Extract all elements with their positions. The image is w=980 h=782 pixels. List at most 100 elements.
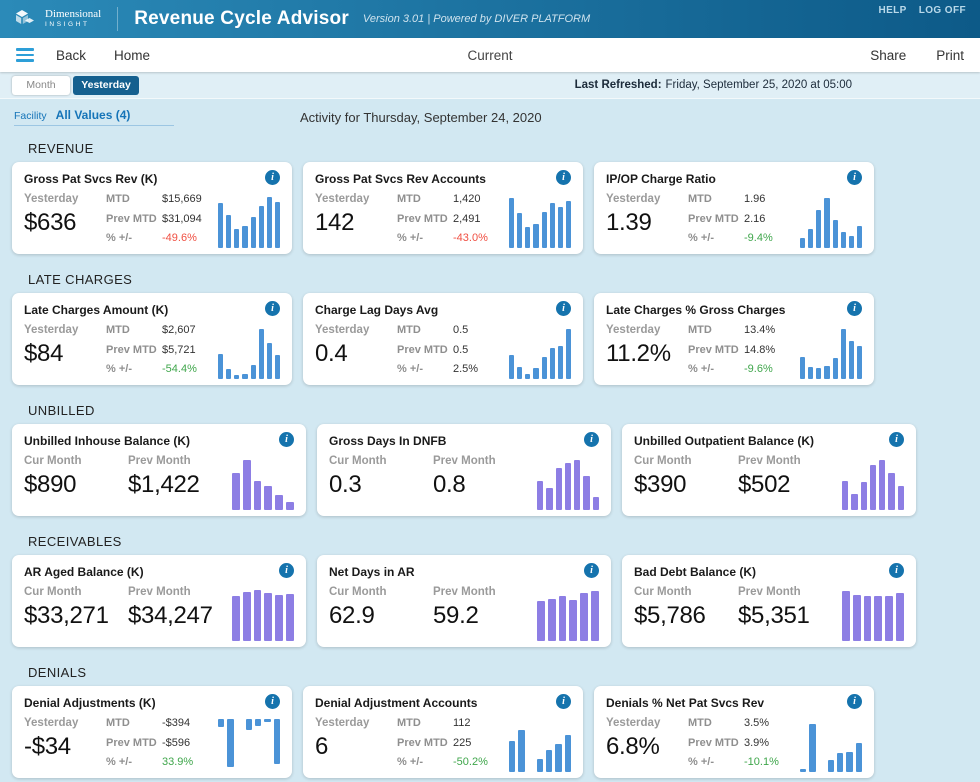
card-title: Charge Lag Days Avg: [315, 301, 438, 317]
back-button[interactable]: Back: [56, 48, 86, 63]
bar: [841, 329, 846, 379]
info-icon[interactable]: i: [265, 694, 280, 709]
info-icon[interactable]: i: [279, 432, 294, 447]
dashboard-sections: REVENUEGross Pat Svcs Rev (K)iYesterday$…: [0, 135, 830, 778]
bar: [525, 227, 530, 248]
stat-row: Prev MTD225: [397, 737, 509, 749]
mini-bar-chart: [218, 719, 280, 772]
bar: [275, 355, 280, 379]
metric-period-label: Prev Month: [738, 455, 842, 467]
bar: [833, 220, 838, 248]
stat-value: 2.16: [744, 213, 765, 225]
print-button[interactable]: Print: [936, 48, 964, 63]
stats-column: MTD1.96Prev MTD2.16% +/--9.4%: [688, 190, 800, 248]
stat-value: 0.5: [453, 324, 468, 336]
info-icon[interactable]: i: [847, 694, 862, 709]
bar: [275, 202, 280, 248]
bar: [243, 460, 251, 510]
info-icon[interactable]: i: [584, 563, 599, 578]
info-icon[interactable]: i: [556, 170, 571, 185]
metric-period-label: Cur Month: [329, 455, 433, 467]
section-denials: DENIALSDenial Adjustments (K)iYesterday-…: [12, 659, 830, 778]
bar: [566, 329, 571, 379]
card-title: Denial Adjustment Accounts: [315, 694, 477, 710]
metric-value: 62.9: [329, 602, 433, 630]
bar: [509, 198, 514, 248]
stat-row: Prev MTD14.8%: [688, 344, 800, 356]
menu-icon[interactable]: [16, 48, 34, 62]
info-icon[interactable]: i: [265, 170, 280, 185]
dimensional-insight-logo: Dimensional INSIGHT: [14, 9, 101, 29]
metric-period-label: Prev Month: [433, 455, 537, 467]
stat-row: % +/--43.0%: [397, 232, 509, 244]
info-icon[interactable]: i: [847, 301, 862, 316]
card-grid: Denial Adjustments (K)iYesterday-$34MTD-…: [12, 686, 830, 778]
stat-label: MTD: [397, 717, 453, 729]
kpi-card: Unbilled Inhouse Balance (K)iCur Month$8…: [12, 424, 306, 516]
primary-value: 142: [315, 209, 397, 237]
stat-value: 225: [453, 737, 471, 749]
bar: [226, 215, 231, 248]
stat-row: MTD1.96: [688, 193, 800, 205]
logoff-link[interactable]: LOG OFF: [919, 5, 966, 16]
info-icon[interactable]: i: [265, 301, 280, 316]
mini-bar-chart: [218, 326, 280, 379]
stat-row: MTD112: [397, 717, 509, 729]
mini-bar-chart: [800, 326, 862, 379]
bar: [234, 229, 239, 248]
month-metric: Prev Month$34,247: [128, 583, 232, 641]
kpi-card: IP/OP Charge RatioiYesterday1.39MTD1.96P…: [594, 162, 874, 254]
card-grid: Gross Pat Svcs Rev (K)iYesterday$636MTD$…: [12, 162, 830, 254]
card-title: Late Charges % Gross Charges: [606, 301, 785, 317]
bar: [800, 357, 805, 379]
metric-value: $33,271: [24, 602, 128, 630]
stat-row: % +/--49.6%: [106, 232, 218, 244]
stat-label: Prev MTD: [106, 737, 162, 749]
bar: [218, 719, 224, 727]
info-icon[interactable]: i: [556, 694, 571, 709]
month-metric: Cur Month$890: [24, 452, 128, 510]
info-icon[interactable]: i: [556, 301, 571, 316]
stat-value: -$596: [162, 737, 190, 749]
stats-column: MTD3.5%Prev MTD3.9%% +/--10.1%: [688, 714, 800, 772]
gem-logo-icon: [14, 9, 38, 29]
bar: [254, 481, 262, 510]
primary-value: $636: [24, 209, 106, 237]
session-links: HELP LOG OFF: [878, 5, 966, 16]
bar: [591, 591, 599, 641]
facility-filter[interactable]: Facility All Values (4): [14, 108, 174, 126]
stat-row: MTD0.5: [397, 324, 509, 336]
kpi-card: Late Charges % Gross ChargesiYesterday11…: [594, 293, 874, 385]
bar: [800, 238, 805, 248]
info-icon[interactable]: i: [889, 432, 904, 447]
share-button[interactable]: Share: [870, 48, 906, 63]
yesterday-toggle[interactable]: Yesterday: [73, 76, 139, 95]
primary-metric: Yesterday0.4: [315, 321, 397, 379]
primary-value: 6: [315, 733, 397, 761]
kpi-card: Bad Debt Balance (K)iCur Month$5,786Prev…: [622, 555, 916, 647]
bar: [574, 460, 580, 510]
card-title: Denials % Net Pat Svcs Rev: [606, 694, 764, 710]
bar: [808, 367, 813, 379]
info-icon[interactable]: i: [889, 563, 904, 578]
month-metric: Prev Month0.8: [433, 452, 537, 510]
stat-value: 33.9%: [162, 756, 193, 768]
info-icon[interactable]: i: [584, 432, 599, 447]
stat-label: MTD: [397, 324, 453, 336]
card-title: Bad Debt Balance (K): [634, 563, 756, 579]
bar: [898, 486, 904, 510]
stat-label: % +/-: [106, 363, 162, 375]
bar: [842, 591, 850, 641]
info-icon[interactable]: i: [279, 563, 294, 578]
bar: [259, 206, 264, 248]
home-button[interactable]: Home: [114, 48, 150, 63]
stat-row: Prev MTD$31,094: [106, 213, 218, 225]
help-link[interactable]: HELP: [878, 5, 906, 16]
stat-row: MTD$2,607: [106, 324, 218, 336]
bar: [833, 358, 838, 379]
bar: [234, 375, 239, 379]
primary-period-label: Yesterday: [315, 193, 397, 205]
info-icon[interactable]: i: [847, 170, 862, 185]
month-toggle[interactable]: Month: [12, 76, 70, 95]
primary-value: 6.8%: [606, 733, 688, 761]
